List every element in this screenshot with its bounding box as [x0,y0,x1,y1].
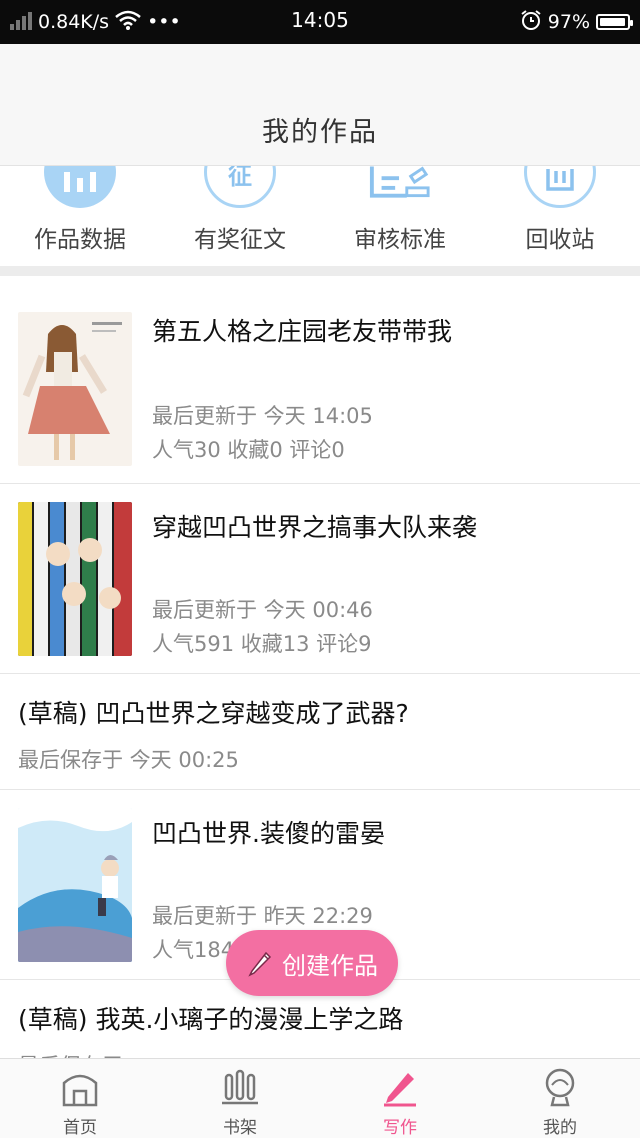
work-updated: 最后更新于 今天 14:05 [152,404,373,428]
work-title: 穿越凹凸世界之搞事大队来袭 [152,513,478,542]
work-cover[interactable] [18,808,132,962]
quick-action-label: 审核标准 [354,227,446,253]
draft-title: (草稿) 凹凸世界之穿越变成了武器? [18,699,409,728]
quick-action-label: 有奖征文 [194,227,286,253]
tab-profile[interactable]: 我的 [480,1059,640,1138]
quick-action-review-standards[interactable]: 审核标准 [320,166,480,266]
tab-label: 书架 [223,1118,257,1138]
work-cover[interactable] [18,312,132,466]
work-stats: 人气184 [152,938,235,962]
tab-home[interactable]: 首页 [0,1059,160,1138]
work-item[interactable]: 第五人格之庄园老友带带我 最后更新于 今天 14:05 人气30 收藏0 评论0 [0,276,640,484]
contest-icon: 征 [204,166,276,208]
profile-icon [545,1068,575,1107]
battery-percent: 97% [547,11,590,33]
draft-title: (草稿) 我英.小璃子的漫漫上学之路 [18,1005,404,1034]
quick-action-label: 回收站 [525,227,595,253]
pen-icon [384,1073,416,1107]
work-stats: 人气591 收藏13 评论9 [152,632,372,656]
draft-item[interactable]: (草稿) 凹凸世界之穿越变成了武器? 最后保存于 今天 00:25 [0,674,640,790]
bookshelf-icon [222,1069,258,1105]
tab-label: 首页 [63,1118,97,1138]
tab-label: 写作 [383,1118,417,1138]
recycle-bin-icon [524,166,596,208]
review-icon [368,166,432,206]
status-bar: 0.84K/s ••• 14:05 97% [0,0,640,44]
create-work-button[interactable]: 创建作品 [226,930,398,996]
quick-action-contest[interactable]: 征 有奖征文 [160,166,320,266]
tab-bookshelf[interactable]: 书架 [160,1059,320,1138]
section-divider [0,266,640,276]
quick-actions: 作品数据 征 有奖征文 审核标准 回收站 [0,166,640,266]
bar-chart-icon [44,166,116,208]
work-title: 第五人格之庄园老友带带我 [152,317,453,346]
draft-saved: 最后保存于 今天 00:25 [18,748,239,772]
create-work-label: 创建作品 [282,951,378,980]
quick-action-label: 作品数据 [34,227,126,253]
work-cover[interactable] [18,502,132,656]
battery-icon [596,14,633,30]
work-updated: 最后更新于 昨天 22:29 [152,904,373,928]
work-stats: 人气30 收藏0 评论0 [152,438,345,462]
alarm-icon [520,9,542,36]
work-item[interactable]: 穿越凹凸世界之搞事大队来袭 最后更新于 今天 00:46 人气591 收藏13 … [0,484,640,674]
header: 我的作品 [0,44,640,166]
bottom-tab-bar: 首页 书架 写作 我的 [0,1058,640,1138]
quick-action-work-data[interactable]: 作品数据 [0,166,160,266]
quick-action-recycle-bin[interactable]: 回收站 [480,166,640,266]
work-title: 凹凸世界.装傻的雷晏 [152,819,385,848]
tab-label: 我的 [543,1118,577,1138]
home-icon [62,1074,98,1107]
work-updated: 最后更新于 今天 00:46 [152,598,373,622]
pen-icon [248,951,272,977]
page-title: 我的作品 [262,117,378,148]
tab-write[interactable]: 写作 [320,1059,480,1138]
